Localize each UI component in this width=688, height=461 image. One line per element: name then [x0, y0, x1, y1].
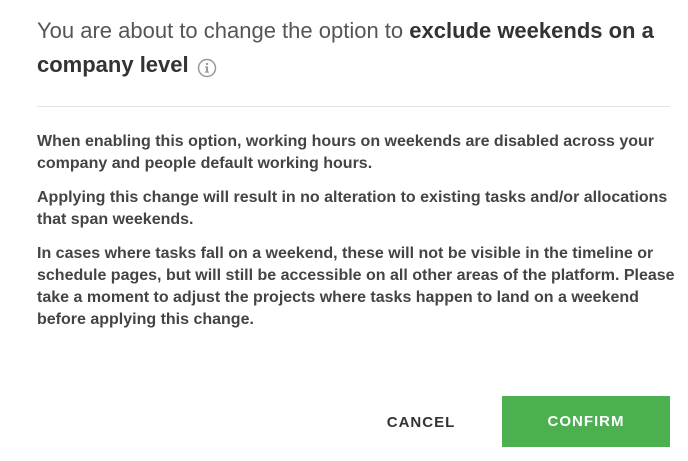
info-icon[interactable]: [197, 54, 217, 78]
confirm-dialog: You are about to change the option to ex…: [0, 0, 688, 461]
dialog-title: You are about to change the option to ex…: [37, 14, 677, 82]
dialog-title-prefix: You are about to change the option to: [37, 18, 410, 43]
divider: [37, 106, 670, 107]
dialog-body: When enabling this option, working hours…: [37, 131, 677, 343]
confirm-button[interactable]: CONFIRM: [502, 396, 670, 447]
body-paragraph: When enabling this option, working hours…: [37, 133, 654, 172]
cancel-button[interactable]: CANCEL: [371, 397, 471, 447]
body-paragraph: Applying this change will result in no a…: [37, 189, 668, 228]
body-paragraph: In cases where tasks fall on a weekend, …: [37, 245, 675, 328]
